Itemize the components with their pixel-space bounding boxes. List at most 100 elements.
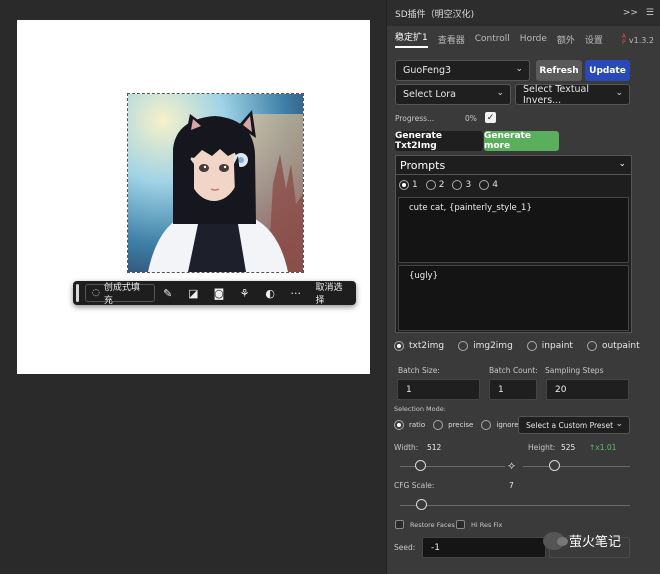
mode-label: txt2img [409,341,445,351]
mode-label: inpaint [541,341,573,351]
version-label: v1.3.2 [628,35,654,45]
model-select-value: GuoFeng3 [403,65,452,76]
selection-mode-precise[interactable]: precise [433,420,473,430]
positive-prompt-textarea[interactable]: cute cat, {painterly_style_1} [398,197,629,263]
height-label: Height: [528,443,556,452]
generative-fill-button[interactable]: ◌ 创成式填充 [84,283,155,306]
generated-image[interactable] [127,93,304,273]
generate-more-button[interactable]: Generate more [484,131,559,151]
version-badge: AP v1.3.2 [622,34,654,46]
batch-size-input[interactable]: 1 [397,379,480,400]
radio-icon [481,420,492,430]
width-value: 512 [427,443,442,452]
width-label: Width: [394,443,419,452]
tab-extras[interactable]: 额外 [557,33,575,46]
prompts-title: Prompts [400,158,446,172]
transform-icon[interactable]: ◪ [181,287,207,300]
cfg-scale-value: 7 [509,481,514,490]
selection-mode-option-label: ignore [496,421,519,429]
mode-outpaint[interactable]: outpaint [586,341,640,351]
batch-count-label: Batch Count: [489,366,538,375]
cfg-scale-label: CFG Scale: [394,481,435,490]
wechat-watermark: 萤火笔记 [543,531,621,550]
radio-icon [394,420,404,430]
radio-icon [586,341,597,351]
custom-preset-select[interactable]: Select a Custom Preset ⌄ [518,416,630,434]
chevron-down-icon: ⌄ [615,419,623,429]
tab-settings[interactable]: 设置 [585,33,603,46]
hi-res-fix-checkbox[interactable] [456,520,465,529]
deselect-button[interactable]: 取消选择 [311,280,356,306]
selection-mode-ignore[interactable]: ignore [481,420,519,430]
menu-icon[interactable]: ☰ [646,8,654,18]
wechat-logo-icon [543,531,568,550]
height-slider-track[interactable] [523,466,630,467]
prompt-slot-1[interactable]: 1 [399,179,418,190]
hi-res-fix-label: Hi Res Fix [471,521,503,529]
more-options-button[interactable]: ··· [283,287,309,300]
negative-prompt-textarea[interactable]: {ugly} [398,265,629,331]
update-button[interactable]: Update [585,60,630,81]
generative-fill-label: 创成式填充 [103,283,140,306]
selection-mode-ratio[interactable]: ratio [394,420,425,430]
progress-value: 0% [465,114,477,123]
refresh-button[interactable]: Refresh [536,60,582,81]
mask-icon[interactable]: ◙ [206,287,232,300]
lora-select[interactable]: Select Lora ⌄ [395,84,511,105]
mode-img2img[interactable]: img2img [458,341,513,351]
custom-preset-value: Select a Custom Preset [526,420,614,430]
drag-handle[interactable] [76,284,79,302]
batch-count-input[interactable]: 1 [489,379,537,400]
document-canvas-area[interactable]: ◌ 创成式填充 ✎ ◪ ◙ ⚘ ◐ ··· 取消选择 [0,0,386,574]
chevron-down-icon: ⌄ [618,159,626,169]
tab-stable-diffusion[interactable]: 稳定扩1 [395,30,428,48]
panel-title: SD插件（明空汉化) [395,9,475,20]
prompt-slot-2[interactable]: 2 [425,179,445,190]
height-value: 525 [561,443,576,452]
model-select[interactable]: GuoFeng3 ⌄ [395,60,530,81]
plugin-logo-icon: AP [621,33,626,46]
select-subject-icon[interactable]: ⚘ [232,287,258,300]
selection-mode-selector: ratio precise ignore [394,420,519,430]
mode-txt2img[interactable]: txt2img [394,341,444,351]
textual-inversion-select-value: Select Textual Invers... [523,83,590,106]
cat-girl-portrait [128,94,303,272]
collapse-panel-button[interactable]: >> [623,8,638,18]
sampling-steps-input[interactable]: 20 [546,379,629,400]
mode-inpaint[interactable]: inpaint [526,341,573,351]
tab-controlnet[interactable]: Controll [475,34,510,44]
tab-viewer[interactable]: 查看器 [438,33,465,46]
seed-input[interactable]: -1 [422,537,546,558]
prompt-slot-selector: 1 2 3 4 [396,175,631,194]
watermark-text: 萤火笔记 [569,535,622,550]
tab-bar: 稳定扩1 查看器 Controll Horde 额外 设置 AP v1.3.2 [387,26,660,52]
height-slider-thumb[interactable] [549,460,560,471]
progress-checkbox[interactable]: ✓ [485,112,496,123]
chevron-down-icon: ⌄ [615,88,623,98]
cfg-slider-thumb[interactable] [416,499,427,510]
adjust-icon[interactable]: ◐ [257,287,283,300]
brush-icon[interactable]: ✎ [155,287,181,300]
radio-icon [452,179,463,190]
chevron-down-icon: ⌄ [515,64,523,74]
width-slider-thumb[interactable] [415,460,426,471]
prompts-header[interactable]: Prompts ⌄ [396,156,631,175]
prompt-slot-4[interactable]: 4 [479,179,498,190]
generate-txt2img-button[interactable]: Generate Txt2Img [395,131,483,151]
progress-label: Progress... [395,114,435,123]
panel-titlebar: SD插件（明空汉化) >> ☰ [387,0,660,26]
restore-faces-checkbox[interactable] [395,520,404,529]
link-icon[interactable]: ⟡ [508,459,515,473]
prompts-panel: Prompts ⌄ 1 2 3 4 cute cat, {painterly_s… [395,155,632,333]
restore-faces-label: Restore Faces [410,521,455,529]
textual-inversion-select[interactable]: Select Textual Invers... ⌄ [515,83,630,106]
selection-mode-label: Selection Mode: [394,405,446,413]
prompt-slot-label: 2 [438,179,445,190]
radio-icon [425,179,436,190]
prompt-slot-3[interactable]: 3 [452,179,471,190]
chevron-down-icon: ⌄ [496,88,504,98]
cfg-slider-track[interactable] [400,505,630,506]
prompt-slot-label: 4 [492,179,498,190]
tab-horde[interactable]: Horde [520,34,547,44]
lora-select-value: Select Lora [403,89,456,100]
